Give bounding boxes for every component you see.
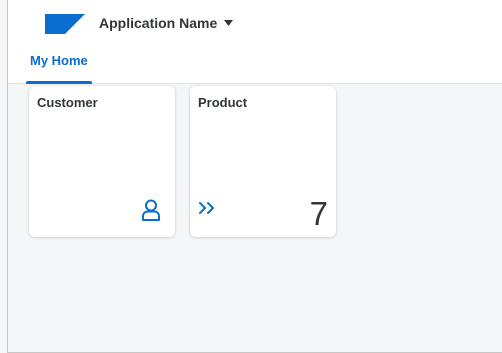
tile-title: Customer	[37, 95, 98, 110]
tile-customer[interactable]: Customer	[29, 86, 175, 237]
tab-selected-indicator	[26, 81, 92, 84]
app-frame: Application Name My Home Customer Produc…	[7, 0, 502, 353]
kpi-value: 7	[309, 195, 328, 232]
person-icon	[142, 199, 160, 221]
caret-down-icon	[224, 20, 234, 26]
double-chevron-right-icon	[199, 202, 214, 214]
tab-bar: My Home	[8, 45, 502, 84]
tab-label: My Home	[30, 53, 88, 68]
tile-title: Product	[198, 95, 248, 110]
app-title: Application Name	[99, 15, 218, 31]
tile-product[interactable]: Product 7	[190, 86, 336, 237]
app-title-menu-button[interactable]: Application Name	[99, 15, 234, 31]
shell-bar: Application Name	[8, 0, 502, 45]
company-logo-icon[interactable]	[45, 14, 85, 34]
tab-my-home[interactable]: My Home	[26, 52, 92, 84]
